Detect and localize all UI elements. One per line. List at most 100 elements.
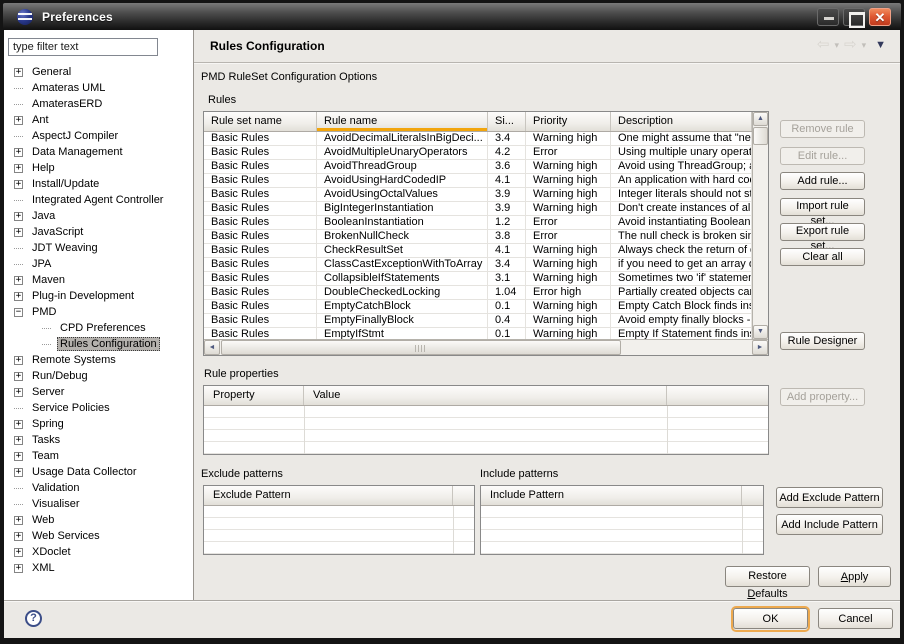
sidebar-item-ant[interactable]: +Ant	[4, 112, 193, 128]
rule-row[interactable]: Basic RulesAvoidDecimalLiteralsInBigDeci…	[204, 132, 768, 146]
expand-icon[interactable]: +	[14, 212, 23, 221]
sidebar-item-data-management[interactable]: +Data Management	[4, 144, 193, 160]
expand-icon[interactable]: +	[14, 372, 23, 381]
rule-row[interactable]: Basic RulesAvoidUsingHardCodedIP4.1Warni…	[204, 174, 768, 188]
sidebar-item-integrated-agent-controller[interactable]: Integrated Agent Controller	[4, 192, 193, 208]
help-icon[interactable]: ?	[25, 610, 42, 627]
edit-rule-button[interactable]: Edit rule...	[780, 147, 865, 165]
expand-icon[interactable]: +	[14, 68, 23, 77]
sidebar-item-help[interactable]: +Help	[4, 160, 193, 176]
rule-row[interactable]: Basic RulesCollapsibleIfStatements3.1War…	[204, 272, 768, 286]
maximize-button[interactable]	[843, 8, 865, 26]
sidebar-item-aspectj-compiler[interactable]: AspectJ Compiler	[4, 128, 193, 144]
collapse-icon[interactable]: −	[14, 308, 23, 317]
horizontal-scroll-thumb[interactable]	[221, 340, 621, 355]
expand-icon[interactable]: +	[14, 228, 23, 237]
sidebar-item-run-debug[interactable]: +Run/Debug	[4, 368, 193, 384]
vertical-scroll-thumb[interactable]	[753, 127, 768, 145]
filter-input[interactable]	[8, 38, 158, 56]
expand-icon[interactable]: +	[14, 356, 23, 365]
expand-icon[interactable]: +	[14, 468, 23, 477]
rule-row[interactable]: Basic RulesAvoidMultipleUnaryOperators4.…	[204, 146, 768, 160]
sidebar-item-validation[interactable]: Validation	[4, 480, 193, 496]
sidebar-item-tasks[interactable]: +Tasks	[4, 432, 193, 448]
sidebar-item-remote-systems[interactable]: +Remote Systems	[4, 352, 193, 368]
rule-row[interactable]: Basic RulesAvoidUsingOctalValues3.9Warni…	[204, 188, 768, 202]
rules-vertical-scrollbar[interactable]: ▲ ▼	[752, 112, 768, 339]
sidebar-item-jdt-weaving[interactable]: JDT Weaving	[4, 240, 193, 256]
sidebar-item-web-services[interactable]: +Web Services	[4, 528, 193, 544]
sidebar-item-maven[interactable]: +Maven	[4, 272, 193, 288]
rule-row[interactable]: Basic RulesEmptyIfStmt0.1Warning highEmp…	[204, 328, 768, 339]
export-rule-set-button[interactable]: Export rule set...	[780, 223, 865, 241]
sidebar-item-java[interactable]: +Java	[4, 208, 193, 224]
sidebar-item-spring[interactable]: +Spring	[4, 416, 193, 432]
expand-icon[interactable]: +	[14, 516, 23, 525]
back-icon[interactable]: ⇦	[817, 37, 830, 53]
remove-rule-button[interactable]: Remove rule	[780, 120, 865, 138]
expand-icon[interactable]: +	[14, 116, 23, 125]
sidebar-item-pmd[interactable]: −PMD	[4, 304, 193, 320]
forward-icon[interactable]: ⇨	[844, 37, 857, 53]
column-header-priority[interactable]: Priority	[526, 112, 611, 131]
sidebar-item-usage-data-collector[interactable]: +Usage Data Collector	[4, 464, 193, 480]
expand-icon[interactable]: +	[14, 180, 23, 189]
column-header-exclude-pattern[interactable]: Exclude Pattern	[204, 486, 453, 505]
rule-row[interactable]: Basic RulesAvoidThreadGroup3.6Warning hi…	[204, 160, 768, 174]
scroll-right-icon[interactable]: ►	[752, 340, 768, 355]
scroll-down-icon[interactable]: ▼	[753, 325, 768, 339]
column-header-rule-name[interactable]: Rule name	[317, 112, 488, 131]
column-header-since[interactable]: Si...	[488, 112, 526, 131]
expand-icon[interactable]: +	[14, 532, 23, 541]
sidebar-item-server[interactable]: +Server	[4, 384, 193, 400]
sidebar-item-web[interactable]: +Web	[4, 512, 193, 528]
rule-row[interactable]: Basic RulesDoubleCheckedLocking1.04Error…	[204, 286, 768, 300]
add-include-pattern-button[interactable]: Add Include Pattern	[776, 514, 883, 535]
sidebar-item-visualiser[interactable]: Visualiser	[4, 496, 193, 512]
sidebar-item-xml[interactable]: +XML	[4, 560, 193, 576]
sidebar-item-jpa[interactable]: JPA	[4, 256, 193, 272]
rule-designer-button[interactable]: Rule Designer	[780, 332, 865, 350]
close-button[interactable]: ✕	[869, 8, 891, 26]
rule-row[interactable]: Basic RulesEmptyFinallyBlock0.4Warning h…	[204, 314, 768, 328]
sidebar-item-general[interactable]: +General	[4, 64, 193, 80]
add-property-button[interactable]: Add property...	[780, 388, 865, 406]
column-header-description[interactable]: Description	[611, 112, 752, 131]
vertical-scroll-track[interactable]	[753, 145, 768, 325]
apply-button[interactable]: Apply	[818, 566, 891, 587]
import-rule-set-button[interactable]: Import rule set...	[780, 198, 865, 216]
rule-row[interactable]: Basic RulesCheckResultSet4.1Warning high…	[204, 244, 768, 258]
column-header-include-pattern[interactable]: Include Pattern	[481, 486, 742, 505]
back-dropdown-icon[interactable]: ▾	[834, 40, 839, 51]
column-header-value[interactable]: Value	[304, 386, 667, 405]
expand-icon[interactable]: +	[14, 148, 23, 157]
scroll-up-icon[interactable]: ▲	[753, 112, 768, 126]
sidebar-item-amateraserd[interactable]: AmaterasERD	[4, 96, 193, 112]
expand-icon[interactable]: +	[14, 164, 23, 173]
sidebar-item-xdoclet[interactable]: +XDoclet	[4, 544, 193, 560]
expand-icon[interactable]: +	[14, 548, 23, 557]
expand-icon[interactable]: +	[14, 276, 23, 285]
rule-row[interactable]: Basic RulesBooleanInstantiation1.2ErrorA…	[204, 216, 768, 230]
view-menu-icon[interactable]: ▼	[875, 39, 886, 51]
rule-row[interactable]: Basic RulesBigIntegerInstantiation3.9War…	[204, 202, 768, 216]
column-header-property[interactable]: Property	[204, 386, 304, 405]
clear-all-button[interactable]: Clear all	[780, 248, 865, 266]
expand-icon[interactable]: +	[14, 292, 23, 301]
restore-defaults-button[interactable]: Restore Defaults	[725, 566, 810, 587]
column-header-rule-set-name[interactable]: Rule set name	[204, 112, 317, 131]
ok-button[interactable]: OK	[733, 608, 808, 629]
expand-icon[interactable]: +	[14, 388, 23, 397]
rule-row[interactable]: Basic RulesBrokenNullCheck3.8ErrorThe nu…	[204, 230, 768, 244]
minimize-button[interactable]	[817, 8, 839, 26]
expand-icon[interactable]: +	[14, 564, 23, 573]
rule-row[interactable]: Basic RulesEmptyCatchBlock0.1Warning hig…	[204, 300, 768, 314]
scroll-left-icon[interactable]: ◄	[204, 340, 220, 355]
add-rule-button[interactable]: Add rule...	[780, 172, 865, 190]
add-exclude-pattern-button[interactable]: Add Exclude Pattern	[776, 487, 883, 508]
expand-icon[interactable]: +	[14, 452, 23, 461]
sidebar-item-service-policies[interactable]: Service Policies	[4, 400, 193, 416]
sidebar-item-javascript[interactable]: +JavaScript	[4, 224, 193, 240]
rules-horizontal-scrollbar[interactable]: ◄ ►	[204, 339, 768, 355]
sidebar-item-plug-in-development[interactable]: +Plug-in Development	[4, 288, 193, 304]
